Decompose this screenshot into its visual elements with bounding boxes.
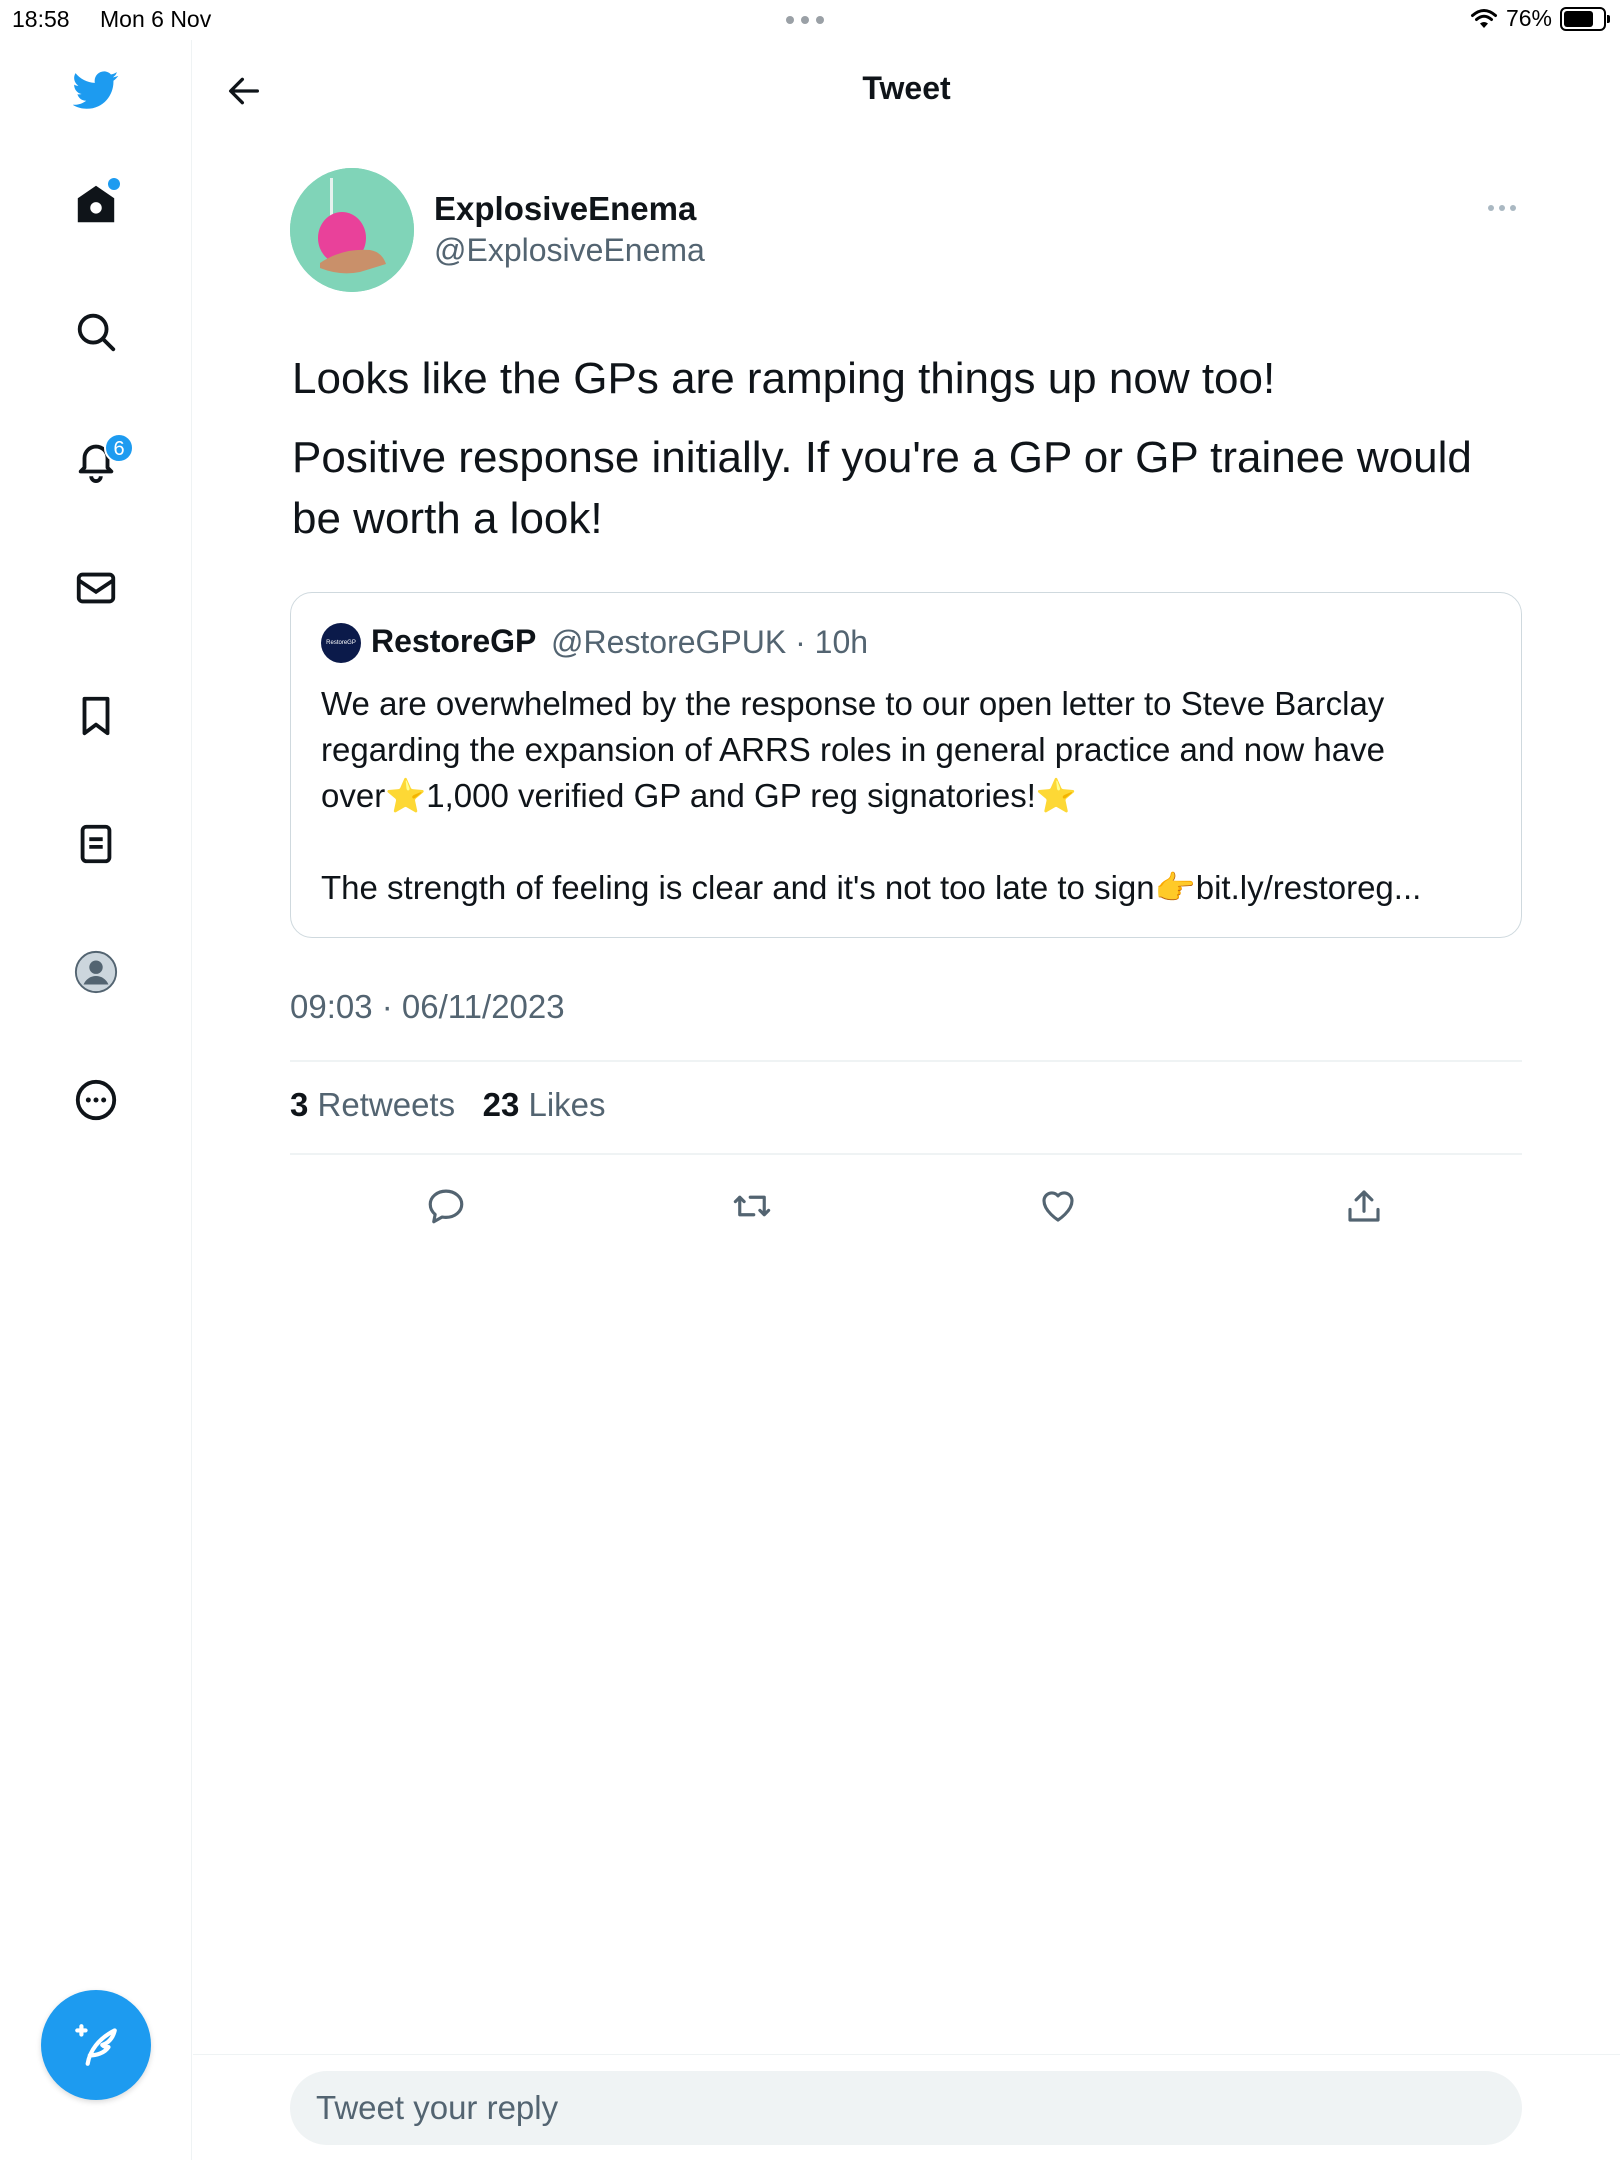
- share-button[interactable]: [1334, 1176, 1394, 1236]
- retweets-count: 3: [290, 1086, 309, 1123]
- quoted-meta: @RestoreGPUK · 10h: [551, 624, 869, 660]
- notifications-badge: 6: [104, 433, 134, 463]
- bookmark-icon[interactable]: [66, 686, 126, 746]
- wifi-icon: [1470, 8, 1497, 28]
- tweet-timestamp[interactable]: 09:03 · 06/11/2023: [290, 988, 565, 1026]
- tweet-stats: 3 Retweets 23 Likes: [290, 1086, 606, 1124]
- lists-icon[interactable]: [66, 814, 126, 874]
- header: Tweet: [193, 40, 1620, 140]
- compose-tweet-button[interactable]: [41, 1990, 151, 2100]
- tweet-text: Looks like the GPs are ramping things up…: [292, 348, 1524, 567]
- home-icon[interactable]: [66, 174, 126, 234]
- home-unread-dot: [108, 178, 120, 190]
- tweet-actions: [290, 1176, 1522, 1236]
- reply-bar: [193, 2054, 1620, 2160]
- quoted-paragraph: The strength of feeling is clear and it'…: [321, 869, 1422, 906]
- divider: [290, 1153, 1522, 1155]
- likes-count: 23: [482, 1086, 520, 1123]
- status-time: 18:58: [12, 6, 70, 32]
- profile-icon[interactable]: [66, 942, 126, 1002]
- bell-icon[interactable]: 6: [66, 430, 134, 490]
- divider: [290, 1060, 1522, 1062]
- quoted-text: We are overwhelmed by the response to ou…: [321, 681, 1501, 911]
- multitasking-dots[interactable]: [786, 16, 824, 24]
- quoted-paragraph: We are overwhelmed by the response to ou…: [321, 685, 1385, 814]
- status-date: Mon 6 Nov: [100, 6, 212, 32]
- share-icon: [1348, 1190, 1380, 1222]
- retweet-icon: [733, 1195, 771, 1217]
- quoted-avatar: RestoreGP: [321, 623, 361, 663]
- tweet-text-line: Looks like the GPs are ramping things up…: [292, 354, 1276, 403]
- reply-button[interactable]: [416, 1176, 476, 1236]
- twitter-logo-icon[interactable]: [66, 60, 126, 120]
- retweet-button[interactable]: [722, 1176, 782, 1236]
- more-options-icon[interactable]: [1482, 198, 1522, 218]
- page-title: Tweet: [862, 70, 951, 106]
- retweets-label: Retweets: [317, 1086, 456, 1123]
- search-icon[interactable]: [66, 302, 126, 362]
- reply-input[interactable]: [290, 2071, 1522, 2145]
- author-handle[interactable]: @ExplosiveEnema: [434, 232, 705, 269]
- quoted-tweet[interactable]: RestoreGP RestoreGP @RestoreGPUK · 10h W…: [290, 592, 1522, 938]
- sidebar: 6: [0, 40, 192, 2160]
- author-avatar[interactable]: [290, 168, 414, 292]
- retweets-stat[interactable]: 3 Retweets: [290, 1086, 455, 1123]
- like-button[interactable]: [1028, 1176, 1088, 1236]
- reply-icon: [428, 1189, 464, 1224]
- heart-icon: [1042, 1191, 1074, 1222]
- quoted-author-name: RestoreGP: [371, 623, 537, 659]
- battery-icon: [1560, 6, 1610, 31]
- tweet-text-line: Positive response initially. If you're a…: [292, 433, 1472, 543]
- feather-plus-icon: [75, 2024, 117, 2066]
- likes-label: Likes: [528, 1086, 606, 1123]
- mail-icon[interactable]: [66, 558, 126, 618]
- likes-stat[interactable]: 23 Likes: [483, 1086, 606, 1123]
- battery-percent: 76%: [1505, 5, 1552, 31]
- more-circle-icon[interactable]: [66, 1070, 126, 1130]
- status-bar: 18:58 Mon 6 Nov 76%: [0, 0, 1620, 40]
- author-name[interactable]: ExplosiveEnema: [434, 190, 696, 228]
